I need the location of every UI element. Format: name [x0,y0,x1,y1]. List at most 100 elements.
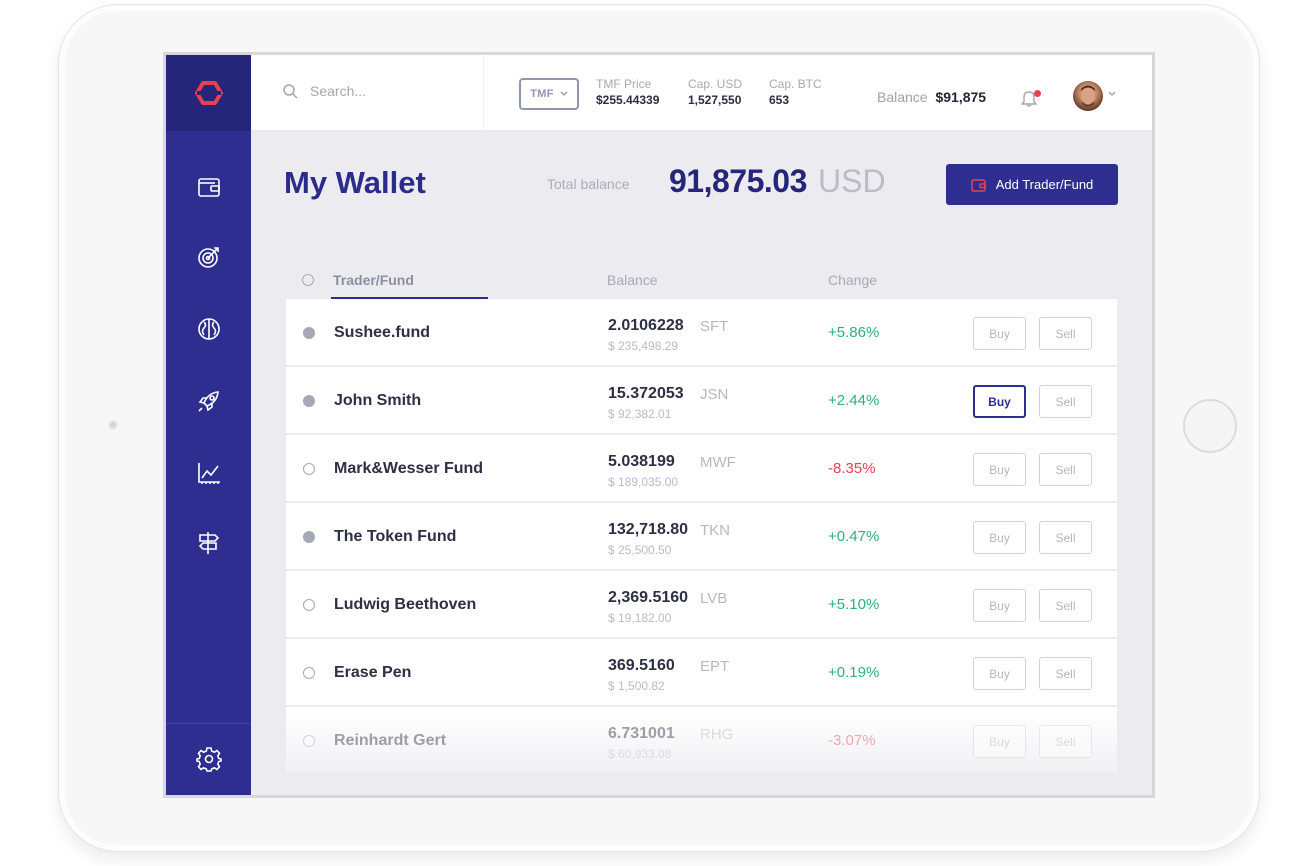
table-row: Ludwig Beethoven 2,369.5160 LVB $ 19,182… [286,571,1117,639]
row-usd-value: $ 1,500.82 [608,679,665,693]
sell-button[interactable]: Sell [1039,725,1092,758]
column-header-balance[interactable]: Balance [607,272,658,288]
row-amount: 5.038199 [608,453,675,470]
camera-dot [108,420,118,430]
row-name: Erase Pen [334,664,412,681]
row-ticker: RHG [700,726,734,743]
header-balance-value: $91,875 [935,89,987,105]
total-balance-label: Total balance [547,176,630,192]
row-radio[interactable] [303,667,315,679]
sidebar-item-rocket[interactable] [166,381,251,421]
header-balance-label: Balance [877,89,928,105]
row-ticker: JSN [700,386,729,403]
sell-button[interactable]: Sell [1039,657,1092,690]
row-radio[interactable] [303,395,315,407]
stat-value: 1,527,550 [688,93,742,107]
row-change: -3.07% [828,732,876,749]
sidebar-item-target[interactable] [166,237,251,277]
stat-value: 653 [769,93,790,107]
add-trader-fund-button[interactable]: Add Trader/Fund [946,164,1118,205]
buy-button[interactable]: Buy [973,317,1026,350]
sidebar-item-settings[interactable] [166,739,251,779]
row-name: Mark&Wesser Fund [334,460,484,477]
row-usd-value: $ 25,500.50 [608,543,672,557]
total-balance-value: 91,875.03 [669,163,807,199]
row-usd-value: $ 92,382.01 [608,407,672,421]
search-box[interactable]: Search... [283,83,366,99]
app-screen: Search... TMF TMF Price $255.44339 Cap. … [163,52,1155,798]
buy-button[interactable]: Buy [973,385,1026,418]
row-ticker: SFT [700,318,729,335]
row-ticker: MWF [700,454,736,471]
sell-button[interactable]: Sell [1039,385,1092,418]
chart-icon [197,463,220,484]
sell-button[interactable]: Sell [1039,521,1092,554]
buy-button[interactable]: Buy [973,521,1026,554]
column-header-change[interactable]: Change [828,272,877,288]
sidebar-item-signpost[interactable] [166,523,251,563]
sidebar-item-brain[interactable] [166,309,251,349]
row-name: Sushee.fund [334,324,431,341]
sell-button[interactable]: Sell [1039,589,1092,622]
avatar[interactable] [1073,81,1103,111]
search-input[interactable]: Search... [310,83,366,99]
buy-button[interactable]: Buy [973,725,1026,758]
buy-button[interactable]: Buy [973,453,1026,486]
currency-select[interactable]: TMF [519,78,579,110]
row-ticker: EPT [700,658,730,675]
home-button [1183,399,1237,453]
chevron-down-icon[interactable] [1108,91,1116,97]
row-usd-value: $ 60,933.08 [608,747,672,761]
sell-button[interactable]: Sell [1039,453,1092,486]
stat-label: Cap. BTC [769,77,822,91]
total-balance-currency: USD [818,163,886,199]
row-amount: 132,718.80 [608,521,689,538]
buy-button[interactable]: Buy [973,657,1026,690]
table-row: Reinhardt Gert 6.731001 RHG $ 60,933.08 … [286,707,1117,775]
search-divider [483,55,484,131]
row-radio[interactable] [303,327,315,339]
row-name: The Token Fund [334,528,457,545]
row-usd-value: $ 19,182.00 [608,611,672,625]
row-amount: 2,369.5160 [608,589,689,606]
logo-icon [194,81,223,105]
add-trader-fund-label: Add Trader/Fund [995,177,1094,192]
row-change: +0.19% [828,664,880,681]
sell-button[interactable]: Sell [1039,317,1092,350]
buy-button[interactable]: Buy [973,589,1026,622]
user-photo-icon [1081,85,1095,107]
row-amount: 2.0106228 [608,317,684,334]
row-ticker: LVB [700,590,728,607]
sidebar-divider [166,723,251,724]
row-radio[interactable] [303,531,315,543]
sidebar-item-chart[interactable] [166,453,251,493]
wallet-icon [970,178,986,192]
rocket-icon [197,391,219,412]
stat-value: $255.44339 [596,93,660,107]
page-title: My Wallet [284,165,426,200]
logo[interactable] [166,55,251,131]
select-all-radio[interactable] [302,274,314,286]
wallet-table: Sushee.fund 2.0106228 SFT $ 235,498.29 +… [286,299,1117,775]
brain-icon [197,318,220,340]
table-row: John Smith 15.372053 JSN $ 92,382.01 +2.… [286,367,1117,435]
table-row: The Token Fund 132,718.80 TKN $ 25,500.5… [286,503,1117,571]
sidebar-item-wallet[interactable] [166,167,251,207]
sidebar [166,55,251,795]
column-header-trader-fund[interactable]: Trader/Fund [333,272,414,288]
row-amount: 6.731001 [608,725,675,742]
row-radio[interactable] [303,735,315,747]
row-change: +5.10% [828,596,880,613]
row-usd-value: $ 235,498.29 [608,339,679,353]
gear-icon [195,747,222,772]
row-radio[interactable] [303,599,315,611]
row-radio[interactable] [303,463,315,475]
row-change: +5.86% [828,324,880,341]
row-name: Reinhardt Gert [334,732,447,749]
stat-label: Cap. USD [688,77,743,91]
table-row: Sushee.fund 2.0106228 SFT $ 235,498.29 +… [286,299,1117,367]
notification-dot [1034,90,1041,97]
row-amount: 15.372053 [608,385,684,402]
search-icon [283,83,298,99]
stat-cap-usd: Cap. USD 1,527,550 [688,77,742,108]
